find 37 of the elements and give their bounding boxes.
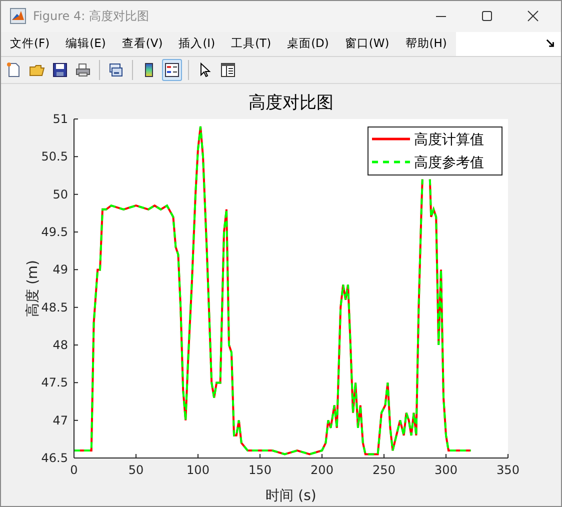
tick-label: 200	[310, 463, 334, 477]
menu-item[interactable]: 窗口(W)	[338, 36, 396, 52]
window-title: Figure 4: 高度对比图	[33, 8, 150, 25]
legend-label: 高度参考值	[414, 155, 484, 171]
tick-label: 150	[248, 463, 272, 477]
tick-label: 48	[52, 338, 68, 352]
menu-item[interactable]: 帮助(H)	[398, 36, 454, 52]
tick-label: 100	[186, 463, 210, 477]
tick-label: 300	[434, 463, 458, 477]
tick-label: 50.5	[41, 150, 68, 164]
legend-label: 高度计算值	[414, 132, 484, 148]
tick-label: 50	[52, 187, 68, 202]
tick-label: 47.5	[41, 376, 68, 390]
axis-label: 高度 (m)	[25, 260, 41, 317]
tick-label: 350	[496, 463, 520, 477]
tick-label: 49.5	[41, 225, 68, 239]
maximize-icon[interactable]	[481, 10, 493, 22]
tick-label: 50	[128, 463, 144, 477]
tick-label: 48.5	[41, 300, 68, 314]
tick-label: 49	[52, 262, 68, 277]
tick-label: 0	[70, 463, 78, 477]
dock-arrow-icon[interactable]	[546, 39, 555, 48]
tick-label: 250	[372, 463, 396, 477]
app-icon	[10, 8, 26, 24]
tick-label: 47	[52, 413, 68, 428]
menu-item[interactable]: 文件(F)	[3, 36, 57, 52]
chart-title: 高度对比图	[248, 93, 334, 113]
menu-item[interactable]: 查看(V)	[114, 36, 170, 52]
tick-label: 51	[52, 112, 68, 126]
menu-item[interactable]: 桌面(D)	[280, 36, 336, 52]
axis-label: 时间 (s)	[266, 488, 316, 504]
menu-item[interactable]: 编辑(E)	[58, 36, 113, 52]
menu-item[interactable]: 工具(T)	[224, 36, 278, 52]
legend-icon[interactable]	[162, 59, 182, 82]
menu-item[interactable]: 插入(I)	[172, 36, 222, 52]
close-icon[interactable]	[527, 10, 539, 22]
tick-label: 46.5	[41, 451, 68, 465]
